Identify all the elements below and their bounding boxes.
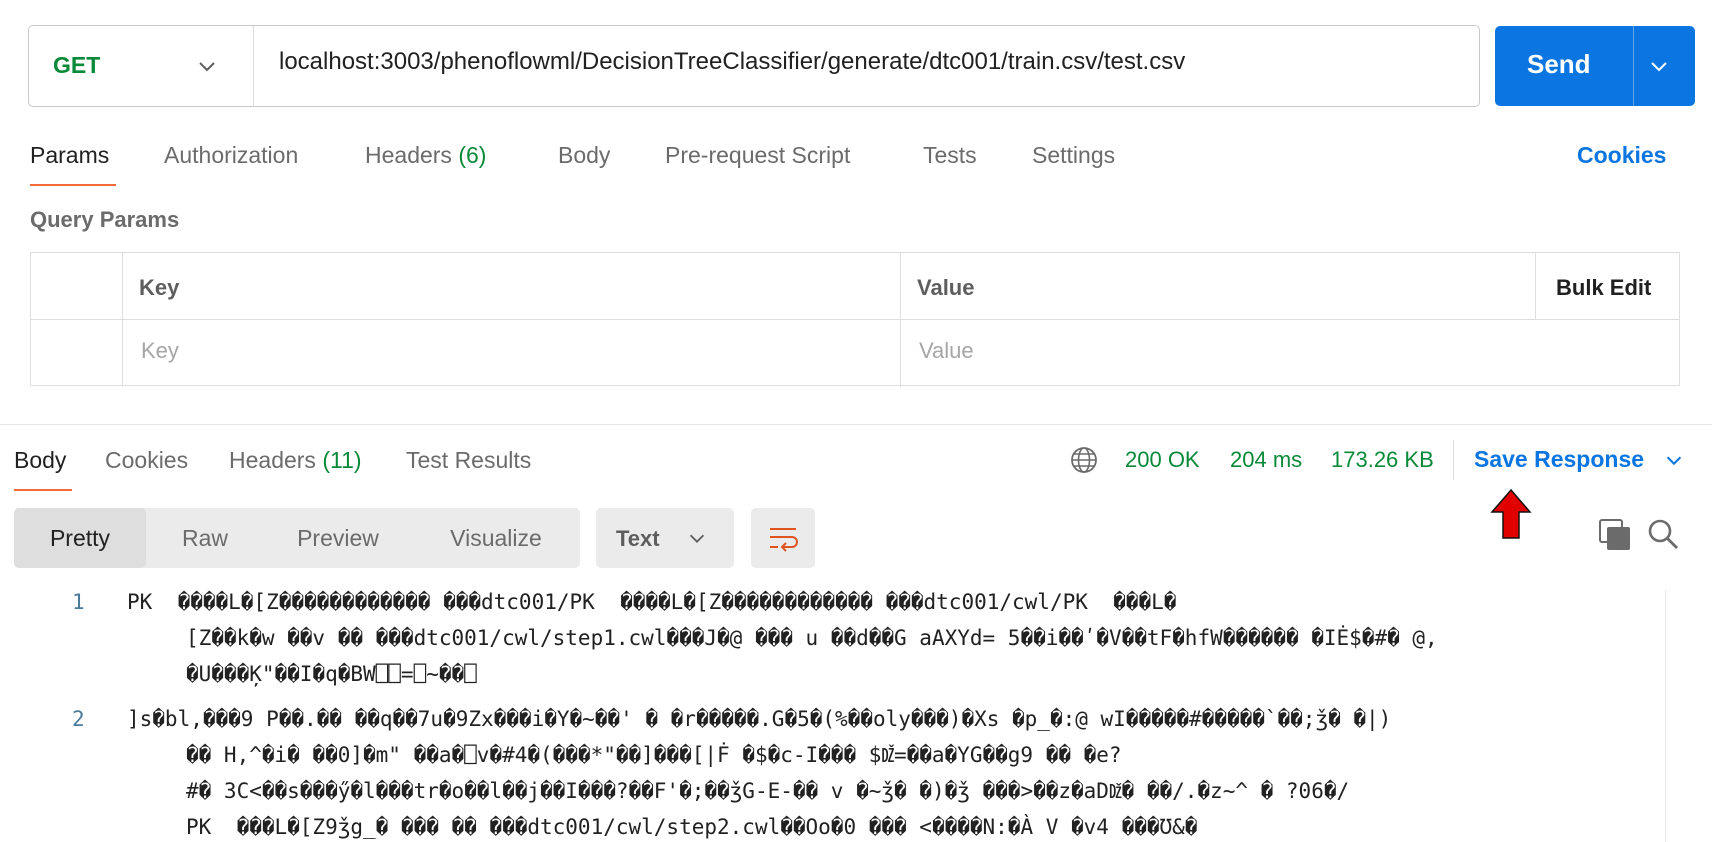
tab-label: Test Results	[406, 447, 532, 473]
red-arrow-icon	[1490, 488, 1532, 539]
response-body-viewer[interactable]: 1 PK ����L�[Z������������ ���dtc001/PK �…	[0, 590, 1665, 842]
tab-label: Body	[558, 142, 611, 168]
chevron-down-icon	[199, 62, 215, 72]
url-input[interactable]: localhost:3003/phenoflowml/DecisionTreeC…	[279, 48, 1185, 76]
tab-params[interactable]: Params	[30, 142, 109, 169]
status-code[interactable]: 200 OK	[1125, 447, 1200, 473]
globe-icon[interactable]	[1069, 445, 1099, 475]
key-input[interactable]: Key	[141, 338, 179, 364]
tab-label: Pre-request Script	[665, 142, 851, 168]
tab-settings[interactable]: Settings	[1032, 142, 1115, 169]
code-line[interactable]: [Z��k�w ��v �� ���dtc001/cwl/step1.cwl��…	[186, 626, 1438, 650]
tab-label: Headers	[365, 142, 452, 168]
code-line[interactable]: ]s�bl,���9 P��.�� ��q��7u�9Zx���i�Y�~��'…	[127, 707, 1391, 731]
tab-count: (6)	[458, 142, 487, 168]
code-line[interactable]: �U���Ķ"��I�q�BW⎕⎕=⎕~��⎕	[186, 662, 477, 686]
tab-headers[interactable]: Headers (6)	[365, 142, 486, 169]
chevron-down-icon[interactable]	[1663, 449, 1685, 471]
send-button[interactable]: Send	[1495, 26, 1695, 106]
tab-pre-request-script[interactable]: Pre-request Script	[665, 142, 850, 169]
method-selector[interactable]: GET	[29, 26, 254, 106]
view-pretty-button[interactable]: Pretty	[14, 508, 146, 568]
tab-count: (11)	[322, 447, 362, 473]
tab-tests[interactable]: Tests	[923, 142, 977, 169]
table-divider	[1535, 253, 1536, 319]
query-params-title: Query Params	[30, 207, 180, 232]
status-divider	[1453, 440, 1454, 480]
word-wrap-icon	[770, 528, 798, 552]
response-time[interactable]: 204 ms	[1230, 447, 1302, 473]
chevron-down-icon	[689, 534, 705, 543]
value-input[interactable]: Value	[919, 338, 974, 364]
chevron-down-icon[interactable]	[1647, 54, 1671, 78]
code-line[interactable]: #� 3C<��s���ӳ�l���tr�o��l��j��I���?��F'�…	[186, 779, 1349, 805]
send-label: Send	[1527, 49, 1591, 79]
table-divider	[31, 319, 1679, 320]
code-line[interactable]: PK ����L�[Z������������ ���dtc001/PK ���…	[127, 590, 1176, 614]
tab-label: Cookies	[105, 447, 189, 473]
save-response-button[interactable]: Save Response	[1474, 446, 1644, 473]
scrollbar-track[interactable]	[1665, 590, 1666, 842]
tab-label: Authorization	[164, 142, 299, 168]
active-tab-indicator	[30, 184, 116, 186]
tab-response-body[interactable]: Body	[14, 447, 66, 474]
query-params-table: Key Value Bulk Edit Key Value	[30, 252, 1680, 387]
table-divider	[900, 253, 901, 387]
tab-body[interactable]: Body	[558, 142, 610, 169]
search-icon[interactable]	[1647, 518, 1679, 550]
cookies-link[interactable]: Cookies	[1577, 142, 1666, 169]
bulk-edit-button[interactable]: Bulk Edit	[1556, 275, 1651, 301]
code-line[interactable]: �� H,^�i� ��0]�m" ��a�⎕v�#4�(���*"��]���…	[186, 743, 1122, 769]
view-mode-selector: Pretty Raw Preview Visualize	[14, 508, 580, 568]
tab-label: Body	[14, 447, 67, 473]
send-divider	[1633, 26, 1634, 106]
response-size[interactable]: 173.26 KB	[1331, 447, 1434, 473]
format-selector[interactable]: Text	[596, 508, 734, 568]
tab-label: Params	[30, 142, 110, 168]
view-visualize-button[interactable]: Visualize	[412, 508, 580, 568]
copy-icon[interactable]	[1598, 518, 1632, 552]
tab-label: Headers	[229, 447, 316, 473]
line-number: 1	[72, 590, 85, 614]
word-wrap-button[interactable]	[751, 508, 815, 568]
method-label: GET	[53, 52, 101, 78]
line-number: 2	[72, 707, 85, 731]
pane-divider[interactable]	[0, 424, 1712, 425]
code-line[interactable]: PK ���L�[Z9ǯg_� ��� �� ���dtc001/cwl/ste…	[186, 815, 1197, 839]
tab-response-cookies[interactable]: Cookies	[105, 447, 188, 474]
tab-label: Tests	[923, 142, 977, 168]
format-label: Text	[616, 526, 660, 551]
column-header-key: Key	[139, 275, 180, 300]
column-header-value: Value	[917, 275, 975, 300]
tab-response-headers[interactable]: Headers (11)	[229, 447, 362, 474]
table-divider	[122, 253, 123, 387]
url-bar: GET localhost:3003/phenoflowml/DecisionT…	[28, 25, 1480, 107]
tab-test-results[interactable]: Test Results	[406, 447, 531, 474]
tab-label: Settings	[1032, 142, 1116, 168]
view-preview-button[interactable]: Preview	[264, 508, 412, 568]
tab-authorization[interactable]: Authorization	[164, 142, 298, 169]
active-tab-indicator	[14, 489, 72, 491]
view-raw-button[interactable]: Raw	[146, 508, 264, 568]
